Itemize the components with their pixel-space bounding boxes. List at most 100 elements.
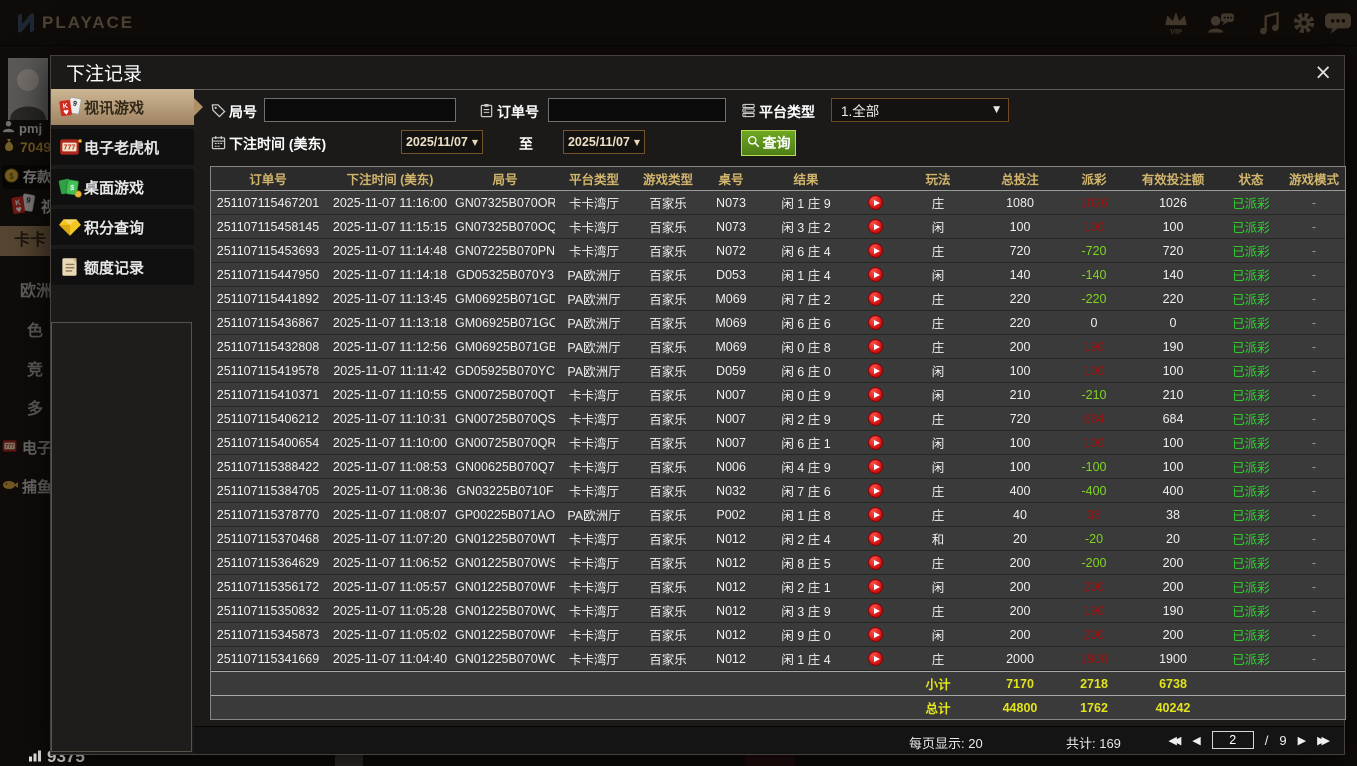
column-header: 结果: [793, 173, 819, 187]
cell-replay: [853, 195, 897, 211]
replay-button[interactable]: [867, 291, 883, 307]
replay-button[interactable]: [867, 483, 883, 499]
cell-bet: 200: [1009, 627, 1031, 642]
replay-button[interactable]: [867, 219, 883, 235]
cell-platform: 卡卡湾厅: [568, 461, 619, 475]
cell-table: D053: [716, 267, 746, 282]
table-row: 251107115419578 2025-11-07 11:11:42 GD0592…: [211, 359, 1345, 383]
cell-table: D059: [716, 363, 746, 378]
cell-platform: 卡卡湾厅: [568, 389, 619, 403]
replay-button[interactable]: [867, 243, 883, 259]
replay-button[interactable]: [867, 267, 883, 283]
cell-result: 闲 2 庄 4: [781, 533, 831, 547]
first-page-icon[interactable]: ◀◀: [1168, 734, 1181, 747]
cell-valid: 720: [1162, 243, 1184, 258]
cell-table: N072: [716, 243, 746, 258]
column-header: 总投注: [1001, 173, 1039, 187]
column-header: 下注时间 (美东): [346, 173, 434, 187]
cell-status: 已派彩: [1232, 197, 1270, 211]
table-row: 251107115370468 2025-11-07 11:07:20 GN0122…: [211, 527, 1345, 551]
cell-result: 闲 7 庄 2: [781, 293, 831, 307]
replay-button[interactable]: [867, 579, 883, 595]
cell-result: 闲 4 庄 9: [781, 461, 831, 475]
platform-select[interactable]: 1.全部 ▼: [831, 98, 1009, 122]
cell-round: GN01225B070WQ: [455, 603, 555, 618]
cell-round: GN00725B070QR: [455, 435, 555, 450]
cell-valid: 140: [1162, 267, 1184, 282]
replay-button[interactable]: [867, 339, 883, 355]
cell-mode: -: [1311, 579, 1317, 594]
cell-time: 2025-11-07 11:13:45: [332, 291, 448, 306]
replay-button[interactable]: [867, 555, 883, 571]
cell-bet: 220: [1009, 315, 1031, 330]
table-row: 251107115356172 2025-11-07 11:05:57 GN0122…: [211, 575, 1345, 599]
search-button[interactable]: 查询: [741, 130, 796, 156]
table-row: 251107115447950 2025-11-07 11:14:18 GD0532…: [211, 263, 1345, 287]
replay-button[interactable]: [867, 651, 883, 667]
replay-button[interactable]: [867, 387, 883, 403]
table-body: 251107115467201 2025-11-07 11:16:00 GN0732…: [211, 191, 1345, 719]
cell-game: 百家乐: [649, 413, 687, 427]
cell-valid: 190: [1162, 339, 1184, 354]
prev-page-icon[interactable]: ◀: [1192, 734, 1200, 747]
cell-bet: 40: [1013, 507, 1027, 522]
page-input[interactable]: [1211, 731, 1254, 749]
table-row: 251107115453693 2025-11-07 11:14:48 GN0722…: [211, 239, 1345, 263]
cell-valid: 100: [1162, 459, 1184, 474]
cell-mode: -: [1311, 219, 1317, 234]
next-page-icon[interactable]: ▶: [1298, 734, 1306, 747]
cell-status: 已派彩: [1232, 509, 1270, 523]
close-icon[interactable]: ×: [1314, 62, 1332, 83]
replay-button[interactable]: [867, 411, 883, 427]
cell-time: 2025-11-07 11:04:40: [332, 651, 448, 666]
replay-button[interactable]: [867, 531, 883, 547]
last-page-icon[interactable]: ▶▶: [1317, 734, 1330, 747]
bet-time-label: 下注时间 (美东): [229, 136, 327, 152]
cell-result: 闲 6 庄 1: [781, 437, 831, 451]
summary-cell-bet: 7170: [1006, 676, 1034, 691]
cell-payout: 1026: [1080, 195, 1108, 210]
replay-button[interactable]: [867, 507, 883, 523]
order-id-input[interactable]: [548, 98, 726, 122]
order-id-label: 订单号: [497, 104, 539, 120]
per-page-label: 每页显示: 20: [909, 736, 983, 751]
cell-play: 庄: [931, 317, 945, 331]
cell-time: 2025-11-07 11:05:28: [332, 603, 448, 618]
menu-item[interactable]: $ 桌面游戏: [51, 169, 194, 205]
menu-item[interactable]: 额度记录: [51, 249, 194, 285]
round-id-input[interactable]: [264, 98, 456, 122]
menu-item[interactable]: 777 电子老虎机: [51, 129, 194, 165]
cell-status: 已派彩: [1232, 437, 1270, 451]
page-separator: /: [1264, 732, 1269, 748]
cell-order: 251107115458145: [216, 219, 320, 234]
cell-game: 百家乐: [649, 509, 687, 523]
menu-item[interactable]: 9 K ♥ 视讯游戏: [51, 89, 203, 125]
cell-valid: 190: [1162, 603, 1184, 618]
cell-replay: [853, 579, 897, 595]
cell-mode: -: [1311, 603, 1317, 618]
cell-payout: -20: [1084, 531, 1104, 546]
date-from-dropdown[interactable]: 2025/11/07 ▼: [401, 130, 483, 154]
cell-payout: -200: [1081, 555, 1107, 570]
replay-button[interactable]: [867, 459, 883, 475]
cell-time: 2025-11-07 11:05:57: [332, 579, 448, 594]
cell-platform: PA欧洲厅: [567, 293, 621, 307]
menu-item[interactable]: 积分查询: [51, 209, 194, 245]
cell-bet: 720: [1009, 243, 1031, 258]
svg-text:777: 777: [64, 144, 76, 152]
menu-item-label: 电子老虎机: [84, 139, 160, 157]
cell-platform: 卡卡湾厅: [568, 557, 619, 571]
replay-button[interactable]: [867, 195, 883, 211]
date-to-dropdown[interactable]: 2025/11/07 ▼: [563, 130, 645, 154]
replay-button[interactable]: [867, 627, 883, 643]
cell-order: 251107115350832: [216, 603, 320, 618]
cell-status: 已派彩: [1232, 485, 1270, 499]
replay-button[interactable]: [867, 603, 883, 619]
cell-round: GM06925B071GD: [455, 291, 555, 306]
summary-cell-play: 总计: [925, 702, 951, 716]
replay-button[interactable]: [867, 435, 883, 451]
replay-button[interactable]: [867, 315, 883, 331]
replay-button[interactable]: [867, 363, 883, 379]
cell-bet: 1080: [1006, 195, 1034, 210]
table-row: 251107115458145 2025-11-07 11:15:15 GN0732…: [211, 215, 1345, 239]
